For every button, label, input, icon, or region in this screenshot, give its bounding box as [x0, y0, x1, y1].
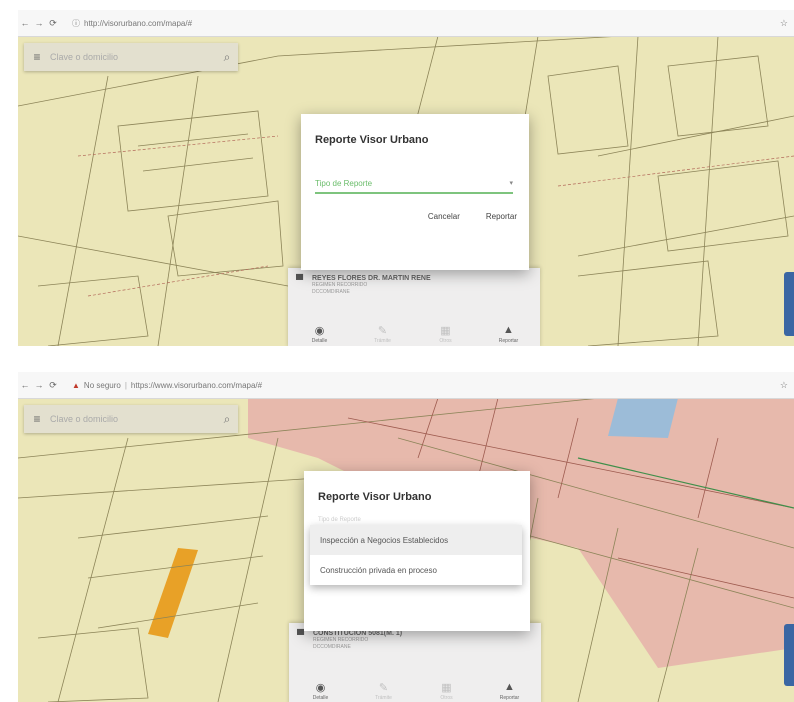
other-action[interactable]: ▦ Otros	[418, 324, 474, 344]
address-bar[interactable]: ⓘ http://visorurbano.com/mapa/#	[66, 14, 198, 32]
other-label: Otros	[439, 338, 452, 344]
report-label: Reportar	[498, 338, 519, 344]
pencil-icon: ✎	[377, 325, 388, 337]
other-action[interactable]: ▦ Otros	[419, 681, 475, 701]
report-type-label: Tipo de Reporte	[318, 517, 361, 523]
other-label: Otros	[440, 695, 453, 701]
bookmark-icon[interactable]: ☆	[780, 18, 788, 29]
screenshot-2: ← → ⟳ ▲ No seguro | https://www.visorurb…	[18, 372, 794, 702]
reload-icon[interactable]: ⟳	[46, 18, 60, 29]
property-sub-1: REGIMEN RECORRIDO	[312, 282, 368, 288]
report-type-select[interactable]: Tipo de Reporte ▾	[315, 174, 513, 194]
back-icon[interactable]: ←	[18, 18, 32, 28]
property-card: ▀ REYES FLORES DR. MARTIN RENE REGIMEN R…	[288, 268, 540, 346]
detail-action[interactable]: ◉ Detalle	[292, 324, 348, 344]
option-private-construction[interactable]: Construcción privada en proceso	[310, 555, 522, 585]
property-name: REYES FLORES DR. MARTIN RENE	[312, 275, 431, 282]
procedure-action[interactable]: ✎ Trámite	[356, 681, 412, 701]
grid-icon: ▦	[441, 682, 452, 694]
back-icon[interactable]: ←	[18, 380, 32, 390]
property-icon: ▀	[296, 275, 304, 286]
forward-icon[interactable]: →	[32, 18, 46, 28]
report-dialog: Reporte Visor Urbano Tipo de Reporte ▾ C…	[301, 114, 529, 270]
info-icon: ⓘ	[72, 18, 80, 28]
property-icon: ▀	[297, 630, 305, 641]
report-dialog: Reporte Visor Urbano Tipo de Reporte Ins…	[304, 471, 530, 631]
menu-icon[interactable]: ≡	[24, 412, 50, 426]
property-sub-1: REGIMEN RECORRIDO	[313, 637, 369, 643]
warning-icon: ▲	[503, 324, 514, 336]
dialog-title: Reporte Visor Urbano	[318, 491, 432, 503]
side-panel-tab[interactable]	[784, 624, 794, 686]
property-sub-2: DCCOMDIRANE	[313, 644, 351, 650]
separator: |	[124, 380, 127, 390]
pencil-icon: ✎	[378, 682, 389, 694]
property-sub-2: DCCOMDIRANE	[312, 289, 350, 295]
menu-icon[interactable]: ≡	[24, 50, 50, 64]
search-icon[interactable]: ⌕	[216, 412, 238, 427]
eye-icon: ◉	[314, 325, 325, 337]
browser-toolbar: ← → ⟳ ▲ No seguro | https://www.visorurb…	[18, 372, 794, 399]
cancel-button[interactable]: Cancelar	[428, 212, 460, 221]
side-panel-tab[interactable]	[784, 272, 794, 336]
address-bar[interactable]: ▲ No seguro | https://www.visorurbano.co…	[66, 376, 268, 394]
report-action[interactable]: ▲ Reportar	[481, 324, 537, 344]
report-type-label: Tipo de Reporte	[315, 178, 373, 188]
forward-icon[interactable]: →	[32, 380, 46, 390]
procedure-label: Trámite	[375, 695, 392, 701]
dialog-title: Reporte Visor Urbano	[315, 134, 429, 146]
warning-icon: ▲	[72, 380, 80, 390]
reload-icon[interactable]: ⟳	[46, 380, 60, 391]
report-label: Reportar	[499, 695, 520, 701]
property-card: ▀ CONSTITUCION 5081(M. 1) REGIMEN RECORR…	[289, 623, 541, 702]
procedure-action[interactable]: ✎ Trámite	[355, 324, 411, 344]
detail-action[interactable]: ◉ Detalle	[293, 681, 349, 701]
security-text: No seguro	[83, 380, 121, 390]
procedure-label: Trámite	[374, 338, 391, 344]
chevron-down-icon: ▾	[509, 180, 513, 187]
browser-toolbar: ← → ⟳ ⓘ http://visorurbano.com/mapa/# ☆	[18, 10, 794, 37]
property-name: CONSTITUCION 5081(M. 1)	[313, 630, 403, 637]
option-business-inspection[interactable]: Inspección a Negocios Establecidos	[310, 525, 522, 555]
report-button[interactable]: Reportar	[486, 212, 517, 221]
screenshot-1: ← → ⟳ ⓘ http://visorurbano.com/mapa/# ☆	[18, 10, 794, 346]
search-placeholder[interactable]: Clave o domicilio	[50, 52, 216, 62]
bookmark-icon[interactable]: ☆	[780, 380, 788, 391]
url-text: https://www.visorurbano.com/mapa/#	[130, 380, 263, 390]
search-icon[interactable]: ⌕	[216, 50, 238, 65]
eye-icon: ◉	[315, 682, 326, 694]
warning-icon: ▲	[504, 681, 515, 693]
search-placeholder[interactable]: Clave o domicilio	[50, 414, 216, 424]
detail-label: Detalle	[311, 338, 328, 344]
search-bar[interactable]: ≡ Clave o domicilio ⌕	[24, 43, 238, 71]
report-type-options: Inspección a Negocios Establecidos Const…	[310, 525, 522, 585]
detail-label: Detalle	[312, 695, 329, 701]
url-text: http://visorurbano.com/mapa/#	[84, 18, 193, 28]
report-action[interactable]: ▲ Reportar	[482, 681, 538, 701]
search-bar[interactable]: ≡ Clave o domicilio ⌕	[24, 405, 238, 433]
grid-icon: ▦	[440, 325, 451, 337]
